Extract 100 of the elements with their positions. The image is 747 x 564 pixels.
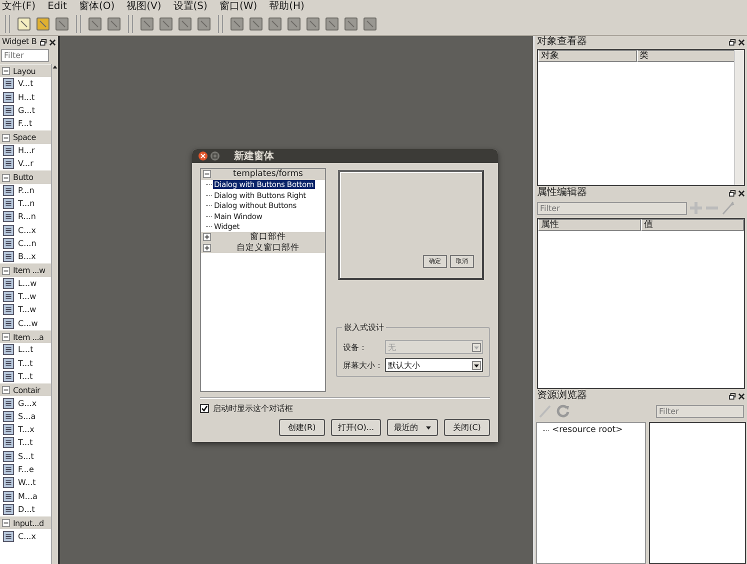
recent-button[interactable]: 最近的 xyxy=(387,419,438,436)
collapse-icon[interactable] xyxy=(2,67,10,76)
widget-label[interactable]: R...n xyxy=(18,212,36,222)
expand-icon[interactable] xyxy=(203,244,211,252)
category-header[interactable]: Butto xyxy=(0,170,51,184)
category-label: Space xyxy=(13,133,36,142)
category-label: templates/forms xyxy=(232,169,304,180)
category-label: Layou xyxy=(13,66,36,76)
widget-icon xyxy=(3,251,14,262)
category-header[interactable]: Item ...w xyxy=(0,263,51,277)
category-label: Item ...w xyxy=(13,266,46,276)
scrollbar[interactable] xyxy=(734,50,744,185)
menu-item[interactable]: 帮助(H) xyxy=(269,0,304,12)
widget-label[interactable]: F...t xyxy=(18,119,32,128)
menu-item[interactable]: 设置(S) xyxy=(173,0,208,12)
category-header[interactable]: Item ...a xyxy=(0,330,51,344)
category-header[interactable]: Space xyxy=(0,130,51,144)
tree-category[interactable]: 窗口部件 xyxy=(201,232,325,242)
tree-item[interactable]: <resource root> xyxy=(552,425,623,435)
collapse-icon[interactable] xyxy=(2,134,10,142)
dropdown[interactable]: 默认大小 xyxy=(385,358,483,372)
widget-label[interactable]: S...a xyxy=(18,412,36,421)
widget-label[interactable]: T...t xyxy=(18,358,33,368)
widget-icon xyxy=(3,184,14,196)
float-icon[interactable] xyxy=(40,38,47,46)
filter-field[interactable]: Filter xyxy=(1,49,49,62)
collapse-icon[interactable] xyxy=(2,333,10,342)
collapse-icon[interactable] xyxy=(2,174,10,182)
field-label: 屏幕大小： xyxy=(343,360,384,370)
menu-item[interactable]: Edit xyxy=(48,0,67,12)
close-icon[interactable] xyxy=(49,38,56,46)
scrollbar[interactable] xyxy=(51,64,58,564)
dialog-button[interactable]: 打开(O)... xyxy=(330,419,381,436)
reload-icon[interactable] xyxy=(556,404,570,418)
widget-icon xyxy=(3,370,14,382)
widget-label[interactable]: T...w xyxy=(18,292,36,302)
widget-label[interactable]: D...t xyxy=(18,504,35,514)
collapse-icon[interactable] xyxy=(2,386,10,394)
widget-label[interactable]: T...x xyxy=(18,425,34,434)
checkbox[interactable] xyxy=(200,404,209,413)
column-header[interactable]: 属性 xyxy=(538,219,641,231)
dialog-button[interactable]: 创建(R) xyxy=(278,419,325,436)
tree-category[interactable]: 自定义窗口部件 xyxy=(201,242,325,253)
widget-icon xyxy=(3,198,14,210)
widget-icon xyxy=(3,318,14,329)
widget-icon xyxy=(3,530,14,542)
widget-icon xyxy=(3,144,14,156)
widget-label[interactable]: G...t xyxy=(18,106,35,116)
category-header[interactable]: Contair xyxy=(0,383,51,396)
checkbox-label: 启动时显示这个对话框 xyxy=(213,403,293,414)
scroll-up-icon[interactable] xyxy=(52,64,58,70)
widget-label[interactable]: T...t xyxy=(18,438,33,448)
widget-label[interactable]: T...t xyxy=(18,372,33,381)
widget-label[interactable]: L...t xyxy=(18,345,34,354)
widget-icon xyxy=(3,450,14,462)
collapse-icon[interactable] xyxy=(2,519,10,528)
column-header[interactable]: 类 xyxy=(636,50,735,62)
widget-label[interactable]: H...r xyxy=(18,146,35,155)
widget-label[interactable]: B...x xyxy=(18,252,36,262)
widget-label[interactable]: C...w xyxy=(18,318,38,328)
expand-icon[interactable] xyxy=(203,233,211,242)
widget-icon xyxy=(3,211,14,222)
collapse-icon[interactable] xyxy=(203,170,211,178)
widget-icon xyxy=(3,410,14,422)
widget-label[interactable]: P...n xyxy=(18,186,34,195)
widget-label[interactable]: H...t xyxy=(18,92,35,102)
widget-icon xyxy=(3,490,14,502)
category-header[interactable]: Input...d xyxy=(0,516,51,530)
category-header[interactable]: Layou xyxy=(0,64,51,78)
widget-label[interactable]: T...n xyxy=(18,199,35,208)
dialog-button[interactable]: 关闭(C) xyxy=(444,419,490,436)
menu-item[interactable]: 窗口(W) xyxy=(219,0,258,12)
menu-item[interactable]: 窗体(O) xyxy=(78,0,115,12)
float-icon[interactable] xyxy=(729,38,736,46)
widget-label[interactable]: S...t xyxy=(18,452,34,461)
close-icon[interactable] xyxy=(738,190,745,196)
widget-icon xyxy=(3,424,14,436)
widget-label[interactable]: V...r xyxy=(18,159,34,168)
float-icon[interactable] xyxy=(729,392,736,400)
widget-label[interactable]: V...t xyxy=(18,79,34,88)
column-header[interactable]: 对象 xyxy=(538,50,636,62)
close-icon[interactable] xyxy=(198,151,208,161)
widget-label[interactable]: C...n xyxy=(18,239,36,248)
close-icon[interactable] xyxy=(738,38,745,46)
widget-label[interactable]: M...a xyxy=(18,492,38,501)
widget-label[interactable]: G...x xyxy=(18,398,37,408)
widget-icon xyxy=(3,105,14,116)
widget-label[interactable]: T...w xyxy=(18,305,36,314)
tree-category[interactable]: templates/forms xyxy=(201,169,325,180)
column-header[interactable]: 值 xyxy=(641,219,744,231)
float-icon[interactable] xyxy=(729,190,736,196)
menu-item[interactable]: 文件(F) xyxy=(2,0,36,12)
close-icon[interactable] xyxy=(738,392,745,400)
widget-label[interactable]: L...w xyxy=(18,278,37,288)
collapse-icon[interactable] xyxy=(2,266,10,275)
widget-label[interactable]: C...x xyxy=(18,226,36,235)
widget-label[interactable]: W...t xyxy=(18,478,36,488)
widget-label[interactable]: F...e xyxy=(18,465,34,474)
widget-label[interactable]: C...x xyxy=(18,532,36,541)
menu-item[interactable]: 视图(V) xyxy=(126,0,162,12)
